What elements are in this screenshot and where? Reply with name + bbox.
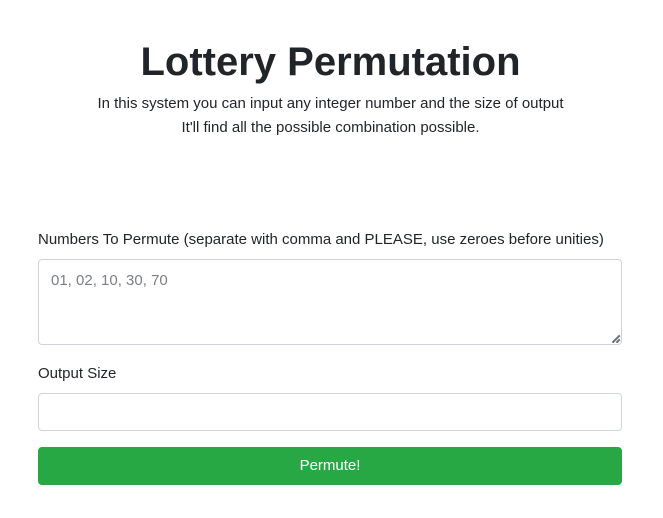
output-size-input[interactable] <box>38 393 622 431</box>
description-line-2: It'll find all the possible combination … <box>181 119 480 136</box>
numbers-label: Numbers To Permute (separate with comma … <box>38 231 604 248</box>
page: Lottery Permutation In this system you c… <box>0 0 663 518</box>
output-size-label: Output Size <box>38 365 117 382</box>
permute-button[interactable]: Permute! <box>38 447 622 485</box>
page-title: Lottery Permutation <box>140 40 521 84</box>
numbers-textarea[interactable] <box>38 259 622 345</box>
description-line-1: In this system you can input any integer… <box>97 95 564 112</box>
